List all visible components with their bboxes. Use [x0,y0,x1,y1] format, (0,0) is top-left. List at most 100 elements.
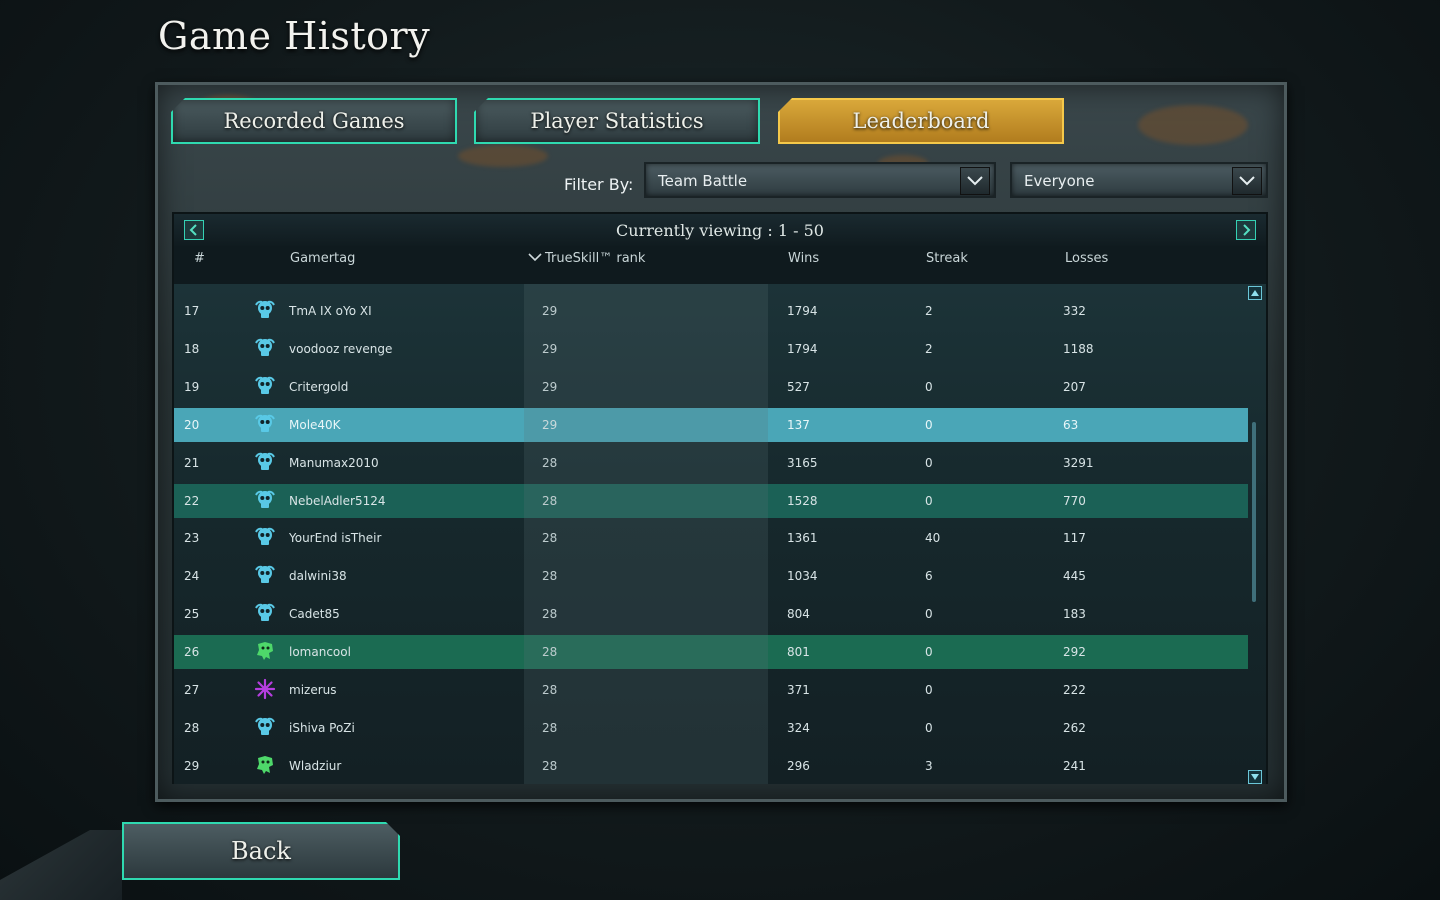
viewing-range: Currently viewing : 1 - 50 [616,221,824,240]
row-wins: 804 [787,607,810,622]
row-gamertag: Critergold [289,379,349,394]
row-rank-number: 23 [184,531,200,546]
row-wins: 1528 [787,493,818,508]
row-wins: 1794 [787,304,818,318]
skull-icon [254,299,276,321]
column-streak[interactable]: Streak [926,251,968,266]
table-row[interactable]: 27 mizerus 28 371 0 222 [174,673,1248,707]
chevron-right-icon [1243,224,1251,236]
column-gamertag[interactable]: Gamertag [290,251,355,266]
row-gamertag: iShiva PoZi [289,720,355,735]
table-row[interactable]: 17 TmA IX oYo XI 29 1794 2 332 [174,294,1248,328]
column-losses[interactable]: Losses [1065,251,1108,266]
row-streak: 0 [925,417,933,432]
row-gamertag: Wladziur [289,758,342,773]
row-wins: 371 [787,683,810,697]
row-rank-number: 21 [184,455,200,470]
tab-player-statistics[interactable]: Player Statistics [474,98,760,144]
row-streak: 0 [925,683,933,697]
game-mode-value: Team Battle [658,172,748,190]
row-streak: 0 [925,379,933,394]
column-wins[interactable]: Wins [788,251,819,266]
row-streak: 0 [925,493,933,508]
skull-icon [254,716,276,738]
skull-icon [254,602,276,624]
table-row[interactable]: 23 YourEnd isTheir 28 1361 40 117 [174,521,1248,555]
row-gamertag: Manumax2010 [289,455,379,470]
row-gamertag: Mole40K [289,417,341,432]
row-gamertag: NebelAdler5124 [289,493,386,508]
table-body: 17 TmA IX oYo XI 29 1794 2 332 18 voodooz reven… [174,284,1266,784]
row-wins: 1794 [787,341,818,356]
row-rank-number: 19 [184,379,200,394]
row-losses: 3291 [1063,455,1094,470]
table-row[interactable]: 25 Cadet85 28 804 0 183 [174,597,1248,631]
table-row[interactable]: 24 dalwini38 28 1034 6 445 [174,559,1248,593]
table-row[interactable]: 29 Wladziur 28 296 3 241 [174,749,1248,783]
row-streak: 0 [925,607,933,622]
scroll-up-button[interactable] [1248,286,1262,300]
skull-icon [254,489,276,511]
arrow-down-icon [1251,774,1259,780]
row-losses: 183 [1063,607,1086,622]
decorative-plate [0,830,122,900]
player-scope-dropdown[interactable]: Everyone [1010,162,1268,198]
row-wins: 801 [787,645,810,660]
row-trueskill: 28 [542,493,558,508]
row-rank-number: 27 [184,683,200,697]
row-streak: 0 [925,720,933,735]
row-wins: 324 [787,720,810,735]
ork-icon [254,754,276,776]
back-button[interactable]: Back [122,822,400,880]
row-trueskill: 28 [542,758,558,773]
row-gamertag: mizerus [289,683,337,697]
row-gamertag: Cadet85 [289,607,340,622]
filter-bar: Filter By: Team Battle Everyone [168,156,1272,208]
viewing-bar: Currently viewing : 1 - 50 [174,214,1266,246]
row-wins: 1361 [787,531,818,546]
row-gamertag: voodooz revenge [289,341,393,356]
row-wins: 3165 [787,455,818,470]
page-title: Game History [158,14,431,58]
skull-icon [254,375,276,397]
row-gamertag: YourEnd isTheir [289,531,382,546]
table-header: # Gamertag TrueSkill™ rank Wins Streak L… [174,246,1266,284]
row-trueskill: 29 [542,341,558,356]
row-rank-number: 24 [184,569,200,584]
player-scope-value: Everyone [1024,172,1095,190]
leaderboard-table: Currently viewing : 1 - 50 # Gamertag Tr… [172,212,1268,784]
scrollbar[interactable] [1248,286,1262,784]
row-rank-number: 20 [184,417,200,432]
row-wins: 527 [787,379,810,394]
tab-recorded-games[interactable]: Recorded Games [171,98,457,144]
row-gamertag: TmA IX oYo XI [289,304,372,318]
row-trueskill: 28 [542,720,558,735]
filter-label: Filter By: [564,175,634,194]
row-losses: 241 [1063,758,1086,773]
row-losses: 262 [1063,720,1086,735]
table-row[interactable]: 21 Manumax2010 28 3165 0 3291 [174,446,1248,480]
column-trueskill[interactable]: TrueSkill™ rank [545,251,645,266]
row-streak: 0 [925,455,933,470]
row-losses: 770 [1063,493,1086,508]
game-mode-dropdown[interactable]: Team Battle [644,162,996,198]
scroll-thumb[interactable] [1252,422,1256,602]
table-row[interactable]: 28 iShiva PoZi 28 324 0 262 [174,711,1248,745]
row-losses: 207 [1063,379,1086,394]
table-row[interactable]: 20 Mole40K 29 137 0 63 [174,407,1248,442]
table-row[interactable]: 18 voodooz revenge 29 1794 2 1188 [174,332,1248,366]
table-row[interactable]: 19 Critergold 29 527 0 207 [174,370,1248,404]
scroll-down-button[interactable] [1248,770,1262,784]
sort-descending-icon [528,251,542,266]
table-row[interactable]: 22 NebelAdler5124 28 1528 0 770 [174,483,1248,518]
next-page-button[interactable] [1236,220,1256,240]
tab-leaderboard[interactable]: Leaderboard [778,98,1064,144]
row-rank-number: 18 [184,341,200,356]
arrow-up-icon [1251,290,1259,296]
column-rank-number[interactable]: # [194,251,205,266]
row-trueskill: 28 [542,683,558,697]
row-trueskill: 28 [542,455,558,470]
table-row[interactable]: 26 lomancool 28 801 0 292 [174,635,1248,670]
skull-icon [254,451,276,473]
row-losses: 222 [1063,683,1086,697]
